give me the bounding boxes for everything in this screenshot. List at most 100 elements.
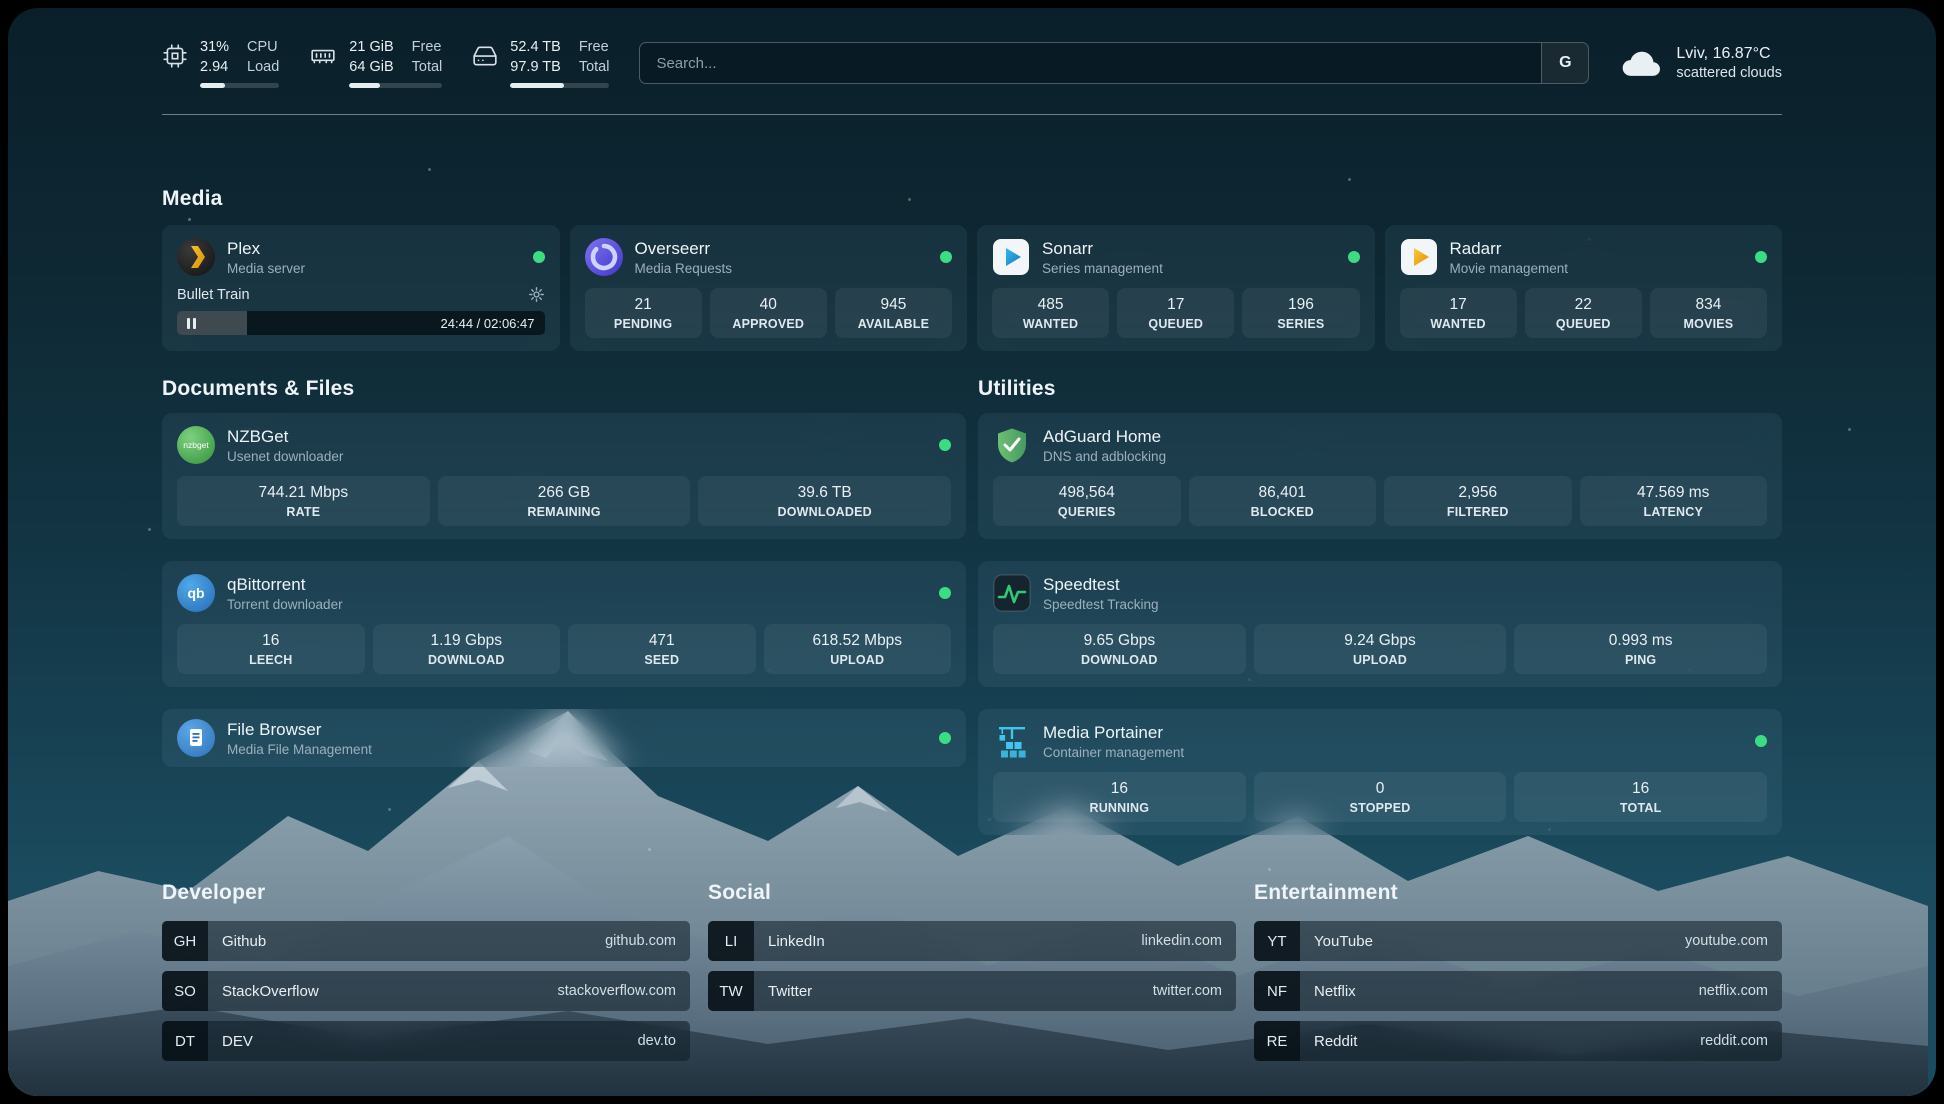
bookmark-twitter[interactable]: TW Twitter twitter.com [708,971,1236,1011]
bookmark-dev[interactable]: DT DEV dev.to [162,1021,690,1061]
search-bar: G [639,42,1589,84]
bookmark-url: dev.to [638,1033,676,1049]
app-card-sonarr[interactable]: Sonarr Series management 485 WANTED 17 Q… [977,225,1375,351]
stat-value: 39.6 TB [702,484,947,502]
bookmark-youtube[interactable]: YT YouTube youtube.com [1254,921,1782,961]
pause-icon[interactable] [187,318,196,329]
section-title-entertainment: Entertainment [1254,881,1782,905]
app-card-overseerr[interactable]: Overseerr Media Requests 21 PENDING 40 A… [570,225,968,351]
stat-label: REMAINING [442,505,687,519]
app-name: qBittorrent [227,575,343,595]
stat-label: MOVIES [1654,317,1763,331]
cpu-icon [162,43,188,69]
stat-value: 16 [997,780,1242,798]
documents-column: Documents & Files nzbget [162,377,966,835]
stat-box: 16 TOTAL [1514,772,1767,822]
app-card-adguard[interactable]: AdGuard Home DNS and adblocking 498,564 … [978,413,1782,539]
gear-icon[interactable] [528,286,545,303]
bookmark-netflix[interactable]: NF Netflix netflix.com [1254,971,1782,1011]
stat-box: 485 WANTED [992,288,1109,338]
cpu-progress-track [200,83,279,88]
stat-value: 21 [589,296,698,314]
section-title-documents: Documents & Files [162,377,966,401]
cpu-label: CPU [247,38,279,57]
app-description: Media Requests [635,261,733,276]
stat-box: 1.19 Gbps DOWNLOAD [373,624,561,674]
bookmark-github[interactable]: GH Github github.com [162,921,690,961]
bookmark-url: reddit.com [1700,1033,1768,1049]
stat-box: 744.21 Mbps RATE [177,476,430,526]
bookmark-label: YouTube [1314,933,1373,950]
stat-box: 17 QUEUED [1117,288,1234,338]
bookmark-abbr: YT [1254,921,1300,961]
app-description: Torrent downloader [227,597,343,612]
stat-value: 744.21 Mbps [181,484,426,502]
storage-free-label: Free [579,38,610,57]
cpu-metric: 31% CPU 2.94 Load [162,38,279,88]
stat-label: QUEUED [1121,317,1230,331]
app-card-radarr[interactable]: Radarr Movie management 17 WANTED 22 QUE… [1385,225,1783,351]
stat-label: LEECH [181,653,361,667]
app-card-speedtest[interactable]: Speedtest Speedtest Tracking 9.65 Gbps D… [978,561,1782,687]
playback-time: 24:44 / 02:06:47 [441,316,535,331]
stat-value: 16 [1518,780,1763,798]
stat-label: WANTED [996,317,1105,331]
stat-label: BLOCKED [1193,505,1373,519]
memory-total: 64 GiB [349,58,393,77]
qbittorrent-icon: qb [177,574,215,612]
portainer-icon [993,722,1031,760]
stat-box: 16 LEECH [177,624,365,674]
adguard-icon [993,426,1031,464]
bookmark-abbr: NF [1254,971,1300,1011]
cloud-icon [1619,48,1663,78]
stat-box: 22 QUEUED [1525,288,1642,338]
app-description: Container management [1043,745,1184,760]
status-dot-online [939,732,951,744]
section-title-utilities: Utilities [978,377,1782,401]
stat-box: 39.6 TB DOWNLOADED [698,476,951,526]
stat-value: 471 [572,632,752,650]
bookmarks-area: Developer GH Github github.com SO StackO… [162,881,1782,1071]
stat-value: 498,564 [997,484,1177,502]
bookmark-label: LinkedIn [768,933,825,950]
stat-label: SERIES [1246,317,1355,331]
bookmark-reddit[interactable]: RE Reddit reddit.com [1254,1021,1782,1061]
bookmark-url: linkedin.com [1141,933,1222,949]
stat-label: DOWNLOAD [377,653,557,667]
bookmark-url: github.com [605,933,676,949]
bookmark-abbr: TW [708,971,754,1011]
stat-label: LATENCY [1584,505,1764,519]
stat-label: PING [1518,653,1763,667]
stat-label: STOPPED [1258,801,1503,815]
status-dot-online [940,251,952,263]
weather-condition: scattered clouds [1676,65,1782,81]
app-card-portainer[interactable]: Media Portainer Container management 16 … [978,709,1782,835]
bookmark-url: youtube.com [1685,933,1768,949]
media-grid: Plex Media server Bullet Train [162,225,1782,351]
app-name: Media Portainer [1043,723,1184,743]
bookmark-group-developer: Developer GH Github github.com SO StackO… [162,881,690,1071]
memory-metric: 21 GiB Free 64 GiB Total [309,38,442,88]
storage-icon [472,43,498,69]
playback-progress-bar[interactable]: 24:44 / 02:06:47 [177,311,545,335]
bookmark-stackoverflow[interactable]: SO StackOverflow stackoverflow.com [162,971,690,1011]
search-input[interactable] [640,43,1541,83]
app-card-filebrowser[interactable]: File Browser Media File Management [162,709,966,767]
stat-label: RUNNING [997,801,1242,815]
stat-value: 485 [996,296,1105,314]
stat-value: 17 [1121,296,1230,314]
app-description: Usenet downloader [227,449,343,464]
status-dot-online [1755,251,1767,263]
app-card-nzbget[interactable]: nzbget NZBGet Usenet downloader 74 [162,413,966,539]
stat-label: AVAILABLE [839,317,948,331]
app-name: Sonarr [1042,239,1163,259]
stat-label: APPROVED [714,317,823,331]
app-card-qbittorrent[interactable]: qb qBittorrent Torrent downloader [162,561,966,687]
bookmark-linkedin[interactable]: LI LinkedIn linkedin.com [708,921,1236,961]
weather-widget: Lviv, 16.87°C scattered clouds [1619,45,1782,81]
bookmark-label: Twitter [768,983,812,1000]
search-engine-button[interactable]: G [1541,43,1588,83]
app-card-plex[interactable]: Plex Media server Bullet Train [162,225,560,351]
app-description: Media File Management [227,742,372,757]
stat-value: 9.65 Gbps [997,632,1242,650]
